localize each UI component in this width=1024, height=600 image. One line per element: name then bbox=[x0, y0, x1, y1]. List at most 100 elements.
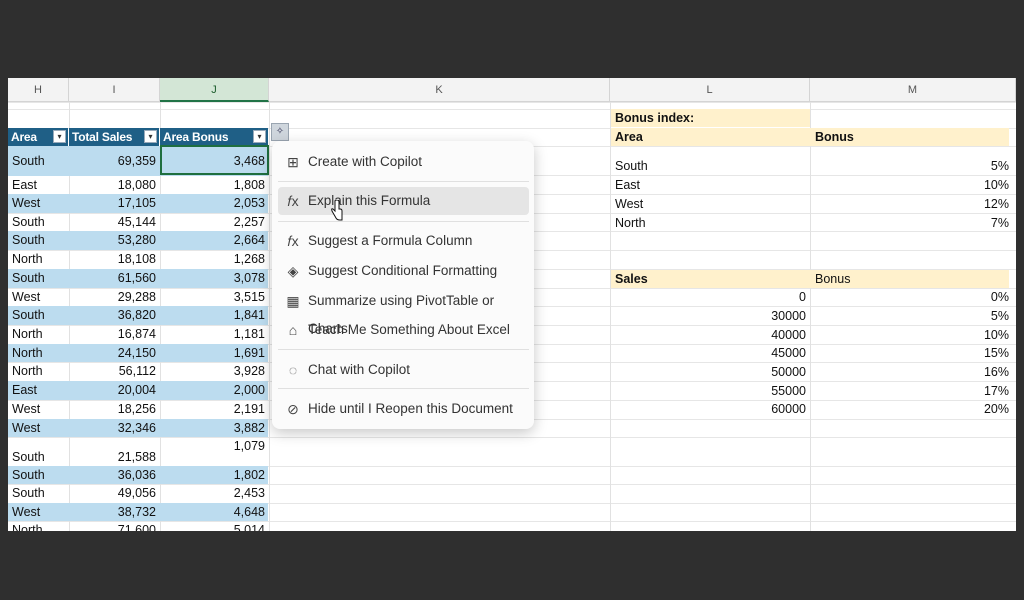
cell-area[interactable]: North bbox=[8, 325, 69, 344]
sales-threshold[interactable]: 0 bbox=[611, 288, 810, 307]
menu-item-create-with-copilot[interactable]: ⊞ Create with Copilot bbox=[278, 148, 529, 176]
filter-dropdown-icon[interactable]: ▾ bbox=[253, 130, 266, 143]
menu-item-summarize-pivottable[interactable]: ▦ Summarize using PivotTable or Charts bbox=[278, 287, 529, 336]
cell-area[interactable]: North bbox=[8, 521, 69, 531]
filter-dropdown-icon[interactable]: ▾ bbox=[53, 130, 66, 143]
cell-area-bonus[interactable]: 3,515 bbox=[160, 288, 269, 306]
cell-total-sales[interactable]: 71,600 bbox=[69, 521, 160, 531]
menu-item-suggest-conditional-formatting[interactable]: ◈ Suggest Conditional Formatting bbox=[278, 257, 529, 285]
table-header-area-bonus[interactable]: Area Bonus ▾ bbox=[160, 128, 268, 146]
table-header-area[interactable]: Area ▾ bbox=[8, 128, 68, 146]
bonus-index-title[interactable]: Bonus index: bbox=[611, 109, 698, 127]
sales-bonus-sales-header[interactable]: Sales bbox=[611, 270, 652, 288]
bonus-index-value[interactable]: 10% bbox=[811, 176, 1013, 195]
menu-item-teach-me[interactable]: ⌂ Teach Me Something About Excel bbox=[278, 316, 529, 344]
cell-area[interactable]: South bbox=[8, 146, 69, 176]
cell-area-bonus[interactable]: 3,882 bbox=[160, 419, 269, 437]
cell-total-sales[interactable]: 18,080 bbox=[69, 176, 160, 194]
sales-bonus-rate[interactable]: 17% bbox=[811, 382, 1013, 401]
cell-total-sales[interactable]: 20,004 bbox=[69, 381, 160, 400]
sales-bonus-rate[interactable]: 20% bbox=[811, 400, 1013, 419]
cell-total-sales[interactable]: 36,820 bbox=[69, 306, 160, 325]
cell-total-sales[interactable]: 53,280 bbox=[69, 231, 160, 250]
bonus-index-value[interactable]: 12% bbox=[811, 195, 1013, 214]
cell-total-sales[interactable]: 38,732 bbox=[69, 503, 160, 521]
sales-bonus-rate[interactable]: 15% bbox=[811, 344, 1013, 363]
filter-dropdown-icon[interactable]: ▾ bbox=[144, 130, 157, 143]
cell-area-bonus[interactable]: 5,014 bbox=[160, 521, 269, 531]
bonus-index-area[interactable]: West bbox=[611, 195, 810, 214]
sales-threshold[interactable]: 60000 bbox=[611, 400, 810, 419]
sales-threshold[interactable]: 40000 bbox=[611, 326, 810, 345]
cell-area[interactable]: West bbox=[8, 419, 69, 437]
column-header-h[interactable]: H bbox=[8, 78, 69, 102]
cell-total-sales[interactable]: 69,359 bbox=[69, 146, 160, 176]
bonus-index-value[interactable]: 7% bbox=[811, 214, 1013, 233]
cell-total-sales[interactable]: 16,874 bbox=[69, 325, 160, 344]
cell-area-bonus[interactable]: 2,191 bbox=[160, 400, 269, 419]
cell-total-sales[interactable]: 32,346 bbox=[69, 419, 160, 437]
cell-area[interactable]: West bbox=[8, 400, 69, 419]
sales-threshold[interactable]: 55000 bbox=[611, 382, 810, 401]
cell-area[interactable]: East bbox=[8, 381, 69, 400]
cell-area-bonus[interactable]: 1,268 bbox=[160, 250, 269, 269]
cell-area-bonus[interactable]: 1,808 bbox=[160, 176, 269, 194]
menu-item-suggest-formula-column[interactable]: 𝑓x Suggest a Formula Column bbox=[278, 227, 529, 255]
cell-total-sales[interactable]: 45,144 bbox=[69, 213, 160, 231]
cell-area-bonus[interactable]: 1,079 bbox=[160, 437, 269, 466]
column-header-j[interactable]: J bbox=[160, 78, 269, 102]
cell-area[interactable]: South bbox=[8, 306, 69, 325]
cell-area-bonus[interactable]: 2,257 bbox=[160, 213, 269, 231]
cell-area[interactable]: South bbox=[8, 269, 69, 288]
cell-area-bonus[interactable]: 3,928 bbox=[160, 362, 269, 381]
cell-area-bonus[interactable]: 1,691 bbox=[160, 344, 269, 362]
bonus-index-area[interactable]: North bbox=[611, 214, 810, 233]
column-header-i[interactable]: I bbox=[69, 78, 160, 102]
cell-total-sales[interactable]: 17,105 bbox=[69, 194, 160, 213]
cell-area-bonus[interactable]: 4,648 bbox=[160, 503, 269, 521]
cell-area[interactable]: South bbox=[8, 213, 69, 231]
sales-bonus-rate[interactable]: 16% bbox=[811, 363, 1013, 382]
cell-total-sales[interactable]: 29,288 bbox=[69, 288, 160, 306]
sales-bonus-bonus-header[interactable]: Bonus bbox=[811, 270, 854, 288]
cell-area[interactable]: North bbox=[8, 344, 69, 362]
column-header-k[interactable]: K bbox=[269, 78, 610, 102]
sales-threshold[interactable]: 45000 bbox=[611, 344, 810, 363]
menu-item-explain-formula[interactable]: 𝑓x Explain this Formula bbox=[278, 187, 529, 215]
cell-total-sales[interactable]: 61,560 bbox=[69, 269, 160, 288]
cell-total-sales[interactable]: 18,256 bbox=[69, 400, 160, 419]
cell-area-bonus[interactable]: 3,078 bbox=[160, 269, 269, 288]
column-header-m[interactable]: M bbox=[810, 78, 1016, 102]
cell-total-sales[interactable]: 56,112 bbox=[69, 362, 160, 381]
cell-area-bonus[interactable]: 2,664 bbox=[160, 231, 269, 250]
cell-area[interactable]: West bbox=[8, 288, 69, 306]
cell-area[interactable]: North bbox=[8, 362, 69, 381]
cell-total-sales[interactable]: 21,588 bbox=[69, 437, 160, 466]
cell-total-sales[interactable]: 24,150 bbox=[69, 344, 160, 362]
cell-total-sales[interactable]: 36,036 bbox=[69, 466, 160, 484]
bonus-index-area[interactable]: East bbox=[611, 176, 810, 195]
cell-area[interactable]: South bbox=[8, 466, 69, 484]
cell-area-bonus[interactable]: 1,802 bbox=[160, 466, 269, 484]
cell-area[interactable]: South bbox=[8, 437, 69, 466]
cell-area[interactable]: South bbox=[8, 231, 69, 250]
cell-area-bonus[interactable]: 1,181 bbox=[160, 325, 269, 344]
cell-area[interactable]: South bbox=[8, 484, 69, 503]
column-header-l[interactable]: L bbox=[610, 78, 810, 102]
cell-area-bonus[interactable]: 2,453 bbox=[160, 484, 269, 503]
sales-threshold[interactable]: 50000 bbox=[611, 363, 810, 382]
table-header-total-sales[interactable]: Total Sales ▾ bbox=[69, 128, 159, 146]
sales-bonus-rate[interactable]: 0% bbox=[811, 288, 1013, 307]
cell-area[interactable]: East bbox=[8, 176, 69, 194]
bonus-index-value[interactable]: 5% bbox=[811, 157, 1013, 176]
selected-cell[interactable] bbox=[160, 145, 269, 175]
sales-bonus-rate[interactable]: 5% bbox=[811, 307, 1013, 326]
bonus-index-area[interactable]: South bbox=[611, 157, 810, 176]
cell-area-bonus[interactable]: 2,053 bbox=[160, 194, 269, 213]
cell-total-sales[interactable]: 49,056 bbox=[69, 484, 160, 503]
cell-area-bonus[interactable]: 2,000 bbox=[160, 381, 269, 400]
cell-area[interactable]: West bbox=[8, 503, 69, 521]
sales-threshold[interactable]: 30000 bbox=[611, 307, 810, 326]
cell-area[interactable]: North bbox=[8, 250, 69, 269]
copilot-icon[interactable]: ✧ bbox=[271, 123, 289, 141]
